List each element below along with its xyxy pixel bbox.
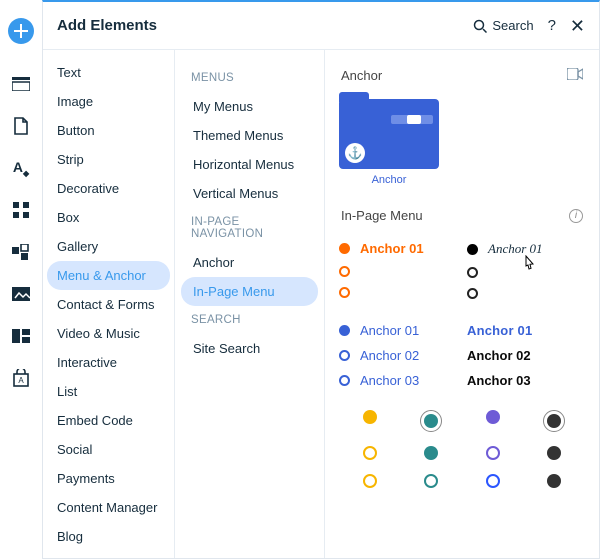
bullet-icon	[339, 266, 350, 277]
anchor-label: Anchor 01	[467, 323, 532, 338]
text-style-icon[interactable]: A◆	[11, 158, 31, 178]
bullet-icon	[467, 244, 478, 255]
search-label: Search	[492, 18, 533, 33]
media-icon[interactable]	[11, 284, 31, 304]
palette-dot[interactable]	[363, 446, 377, 460]
anchor-label: Anchor 03	[360, 373, 419, 388]
anchor-label: Anchor 03	[467, 373, 531, 388]
category-item[interactable]: Store	[47, 551, 170, 558]
category-item[interactable]: Image	[47, 87, 170, 116]
palette-dot[interactable]	[363, 410, 377, 424]
bullet-icon	[339, 287, 350, 298]
anchor-icon: ⚓	[345, 143, 365, 163]
cursor-pointer-icon	[521, 255, 539, 275]
subcategory-item[interactable]: Themed Menus	[181, 121, 318, 150]
layout-icon[interactable]	[11, 326, 31, 346]
palette-dot[interactable]	[486, 410, 500, 424]
anchor-caption: Anchor	[339, 174, 439, 186]
search-icon	[473, 19, 487, 33]
category-list: TextImageButtonStripDecorativeBoxGallery…	[43, 50, 175, 558]
subcategory-item[interactable]: My Menus	[181, 92, 318, 121]
category-item[interactable]: Strip	[47, 145, 170, 174]
category-item[interactable]: Embed Code	[47, 406, 170, 435]
category-item[interactable]: List	[47, 377, 170, 406]
inpage-style-orange[interactable]: Anchor 01	[339, 241, 457, 299]
info-icon[interactable]: i	[569, 209, 583, 223]
add-elements-panel: Add Elements Search ? ✕ TextImageButtonS…	[42, 0, 600, 559]
search-button[interactable]: Search	[473, 18, 533, 33]
palette-dot[interactable]	[420, 410, 442, 432]
bullet-icon	[339, 243, 350, 254]
category-item[interactable]: Payments	[47, 464, 170, 493]
palette-dot[interactable]	[486, 446, 500, 460]
palette-dot[interactable]	[547, 446, 561, 460]
category-item[interactable]: Social	[47, 435, 170, 464]
panel-title: Add Elements	[57, 17, 473, 34]
bullet-icon	[339, 375, 350, 386]
category-item[interactable]: Gallery	[47, 232, 170, 261]
category-item[interactable]: Content Manager	[47, 493, 170, 522]
section-icon[interactable]	[11, 74, 31, 94]
subcategory-list: MENUSMy MenusThemed MenusHorizontal Menu…	[175, 50, 325, 558]
apps-icon[interactable]	[11, 200, 31, 220]
plugins-icon[interactable]	[11, 242, 31, 262]
subcategory-item[interactable]: In-Page Menu	[181, 277, 318, 306]
anchor-label: Anchor 02	[467, 348, 531, 363]
svg-text:A: A	[18, 376, 24, 385]
section-anchor-header: Anchor	[339, 64, 585, 87]
palette-dot[interactable]	[424, 474, 438, 488]
anchor-thumbnail: ⚓	[339, 99, 439, 169]
section-inpage-title: In-Page Menu	[341, 208, 423, 223]
panel-header: Add Elements Search ? ✕	[43, 2, 599, 50]
section-inpage-header: In-Page Menu i	[339, 204, 585, 227]
help-button[interactable]: ?	[548, 17, 556, 34]
palette-dot[interactable]	[486, 474, 500, 488]
category-item[interactable]: Box	[47, 203, 170, 232]
category-item[interactable]: Text	[47, 58, 170, 87]
subcategory-header: SEARCH	[181, 306, 318, 334]
subcategory-item[interactable]: Horizontal Menus	[181, 150, 318, 179]
category-item[interactable]: Button	[47, 116, 170, 145]
bullet-icon	[339, 350, 350, 361]
left-tool-rail: A◆ A	[0, 0, 42, 559]
subcategory-item[interactable]: Vertical Menus	[181, 179, 318, 208]
category-item[interactable]: Menu & Anchor	[47, 261, 170, 290]
anchor-label: Anchor 01	[360, 241, 424, 256]
bullet-icon	[467, 267, 478, 278]
subcategory-item[interactable]: Site Search	[181, 334, 318, 363]
anchor-label: Anchor 02	[360, 348, 419, 363]
palette-dot[interactable]	[424, 446, 438, 460]
bullet-icon	[467, 288, 478, 299]
video-help-icon[interactable]	[567, 68, 583, 83]
category-item[interactable]: Video & Music	[47, 319, 170, 348]
category-item[interactable]: Interactive	[47, 348, 170, 377]
subcategory-item[interactable]: Anchor	[181, 248, 318, 277]
subcategory-header: MENUS	[181, 64, 318, 92]
store-icon[interactable]: A	[11, 368, 31, 388]
section-anchor-title: Anchor	[341, 68, 382, 83]
plus-icon	[14, 24, 28, 38]
anchor-element-card[interactable]: ⚓ Anchor	[339, 99, 439, 186]
palette-dot[interactable]	[363, 474, 377, 488]
palette-dot[interactable]	[543, 410, 565, 432]
category-item[interactable]: Decorative	[47, 174, 170, 203]
add-elements-button[interactable]	[8, 18, 34, 44]
close-button[interactable]: ✕	[570, 17, 585, 35]
page-icon[interactable]	[11, 116, 31, 136]
category-item[interactable]: Contact & Forms	[47, 290, 170, 319]
subcategory-header: IN-PAGE NAVIGATION	[181, 208, 318, 248]
anchor-label: Anchor 01	[360, 323, 419, 338]
category-item[interactable]: Blog	[47, 522, 170, 551]
bullet-icon	[339, 325, 350, 336]
palette-dot[interactable]	[547, 474, 561, 488]
inpage-style-bold[interactable]: Anchor 01 Anchor 02 Anchor 03	[467, 323, 585, 388]
inpage-style-palette-grid	[339, 410, 585, 488]
inpage-style-blue[interactable]: Anchor 01 Anchor 02 Anchor 03	[339, 323, 457, 388]
inpage-style-italic[interactable]: Anchor 01	[467, 241, 585, 299]
preview-pane: Anchor ⚓ Anchor In-Page Menu i	[325, 50, 599, 558]
